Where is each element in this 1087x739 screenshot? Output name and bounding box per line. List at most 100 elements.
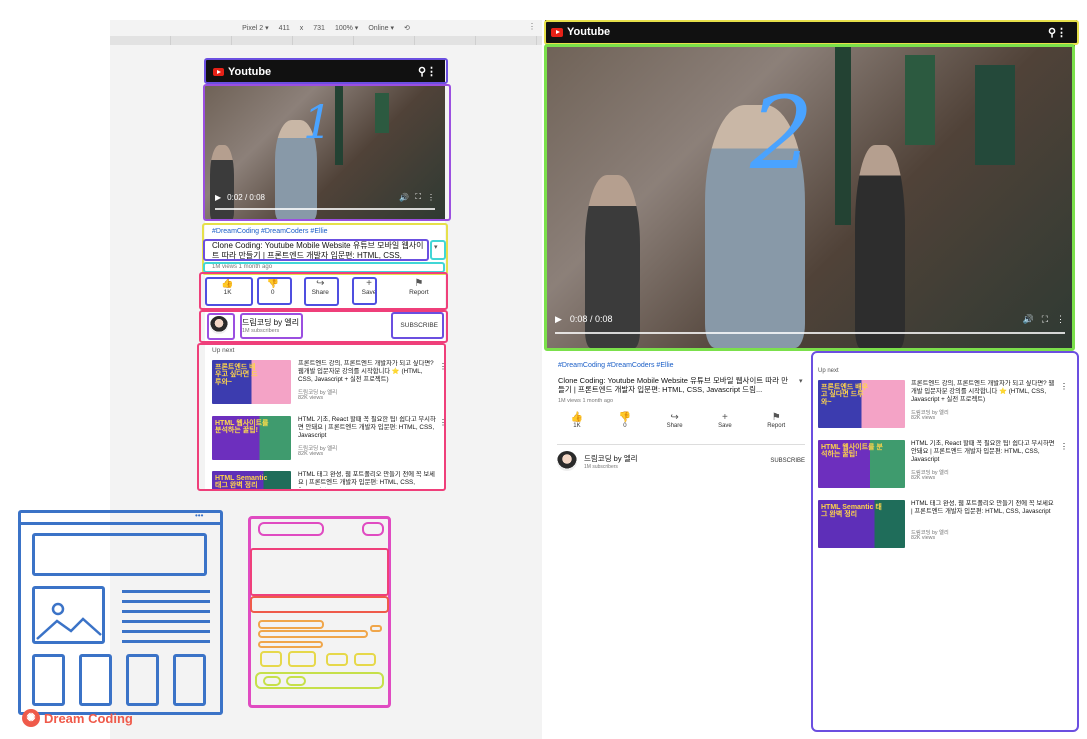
upnext-label: Up next [818, 368, 839, 374]
list-item[interactable]: HTML Semantic 태그 완벽 정리 HTML 태그 완성, 웹 포트폴… [818, 500, 1068, 552]
subscribe-button[interactable]: SUBSCRIBE [770, 458, 805, 464]
fullscreen-icon[interactable]: ⛶ [1042, 314, 1048, 325]
list-item-title: 프론트엔드 강의, 프론트엔드 개발자가 되고 싶다면? 웹개발 입문자분 강의… [911, 380, 1055, 403]
avatar[interactable] [557, 451, 577, 471]
thumbs-down-icon: 👎 [266, 278, 279, 289]
traffic-pole [335, 85, 343, 165]
list-item-views: 82K views [911, 415, 936, 421]
header: Youtube ⚲⋮ [205, 60, 445, 83]
hashtag-links[interactable]: #DreamCoding #DreamCoders #Ellie [558, 362, 674, 369]
volume-icon[interactable]: 🔊 [399, 193, 409, 202]
desktop-preview: Youtube ⚲⋮ 2 ▶ 0:08 / 0:08 🔊 ⛶ ⋮ #DreamC… [543, 20, 1080, 739]
search-icon[interactable]: ⚲⋮ [1048, 26, 1067, 39]
device-height[interactable]: 731 [313, 25, 325, 32]
share-icon: ↪ [316, 278, 325, 289]
youtube-logo-icon[interactable] [213, 67, 224, 76]
more-icon[interactable]: ⋮ [439, 418, 445, 427]
more-icon[interactable]: ⋮ [1060, 382, 1068, 391]
video-thumbnail[interactable]: HTML 웹사이트를 분석하는 꿀팁! [212, 416, 291, 460]
video-thumbnail[interactable]: 프론트엔드 배우고 싶다면 드루와~ [818, 380, 905, 428]
list-item[interactable]: 프론트엔드 배우고 싶다면 드루와~ 프론트엔드 강의, 프론트엔드 개발자가 … [212, 360, 445, 408]
list-item-views: 82K views [298, 395, 324, 401]
video-player[interactable]: 2 ▶ 0:08 / 0:08 🔊 ⛶ ⋮ [545, 45, 1075, 348]
add-icon: + [721, 412, 728, 423]
youtube-logo-icon[interactable] [551, 27, 563, 37]
device-select[interactable]: Pixel 2 ▾ [242, 24, 268, 32]
chevron-down-icon[interactable]: ▾ [799, 377, 803, 385]
progress-bar[interactable] [555, 332, 1065, 334]
list-item[interactable]: HTML 웹사이트를 분석하는 꿀팁! HTML 기초, React 할때 꼭 … [818, 440, 1068, 492]
wireframe-card [32, 654, 65, 706]
flag-icon: ⚑ [414, 278, 424, 289]
add-icon: + [366, 278, 372, 289]
video-thumbnail[interactable]: HTML Semantic 태그 완벽 정리 [212, 471, 291, 490]
network-select[interactable]: Online ▾ [368, 24, 394, 32]
video-thumbnail[interactable]: HTML Semantic 태그 완벽 정리 [818, 500, 905, 548]
volume-icon[interactable]: 🔊 [1022, 314, 1033, 325]
play-icon[interactable]: ▶ [215, 193, 221, 202]
fullscreen-icon[interactable]: ⛶ [415, 192, 421, 202]
save-button[interactable]: + Save [362, 278, 377, 306]
more-icon[interactable]: ⋮ [439, 362, 445, 371]
traffic-light [375, 93, 389, 133]
thumbs-down-icon: 👎 [618, 412, 632, 423]
share-button[interactable]: ↪ Share [667, 412, 683, 436]
divider [557, 444, 805, 445]
subscribe-button[interactable]: SUBSCRIBE [400, 322, 438, 329]
list-item[interactable]: HTML Semantic 태그 완벽 정리 HTML 태그 완성, 웹 포트폴… [212, 471, 444, 490]
device-toolbar: Pixel 2 ▾ 411 x 731 100% ▾ Online ▾ ⟲ [110, 20, 542, 36]
avatar[interactable] [210, 316, 228, 334]
wireframe-mountain-icon [36, 602, 102, 640]
save-button[interactable]: + Save [718, 412, 732, 436]
list-item-title: HTML 기초, React 할때 꼭 필요한 팁! 쉽다고 무시하면 안돼요 … [911, 440, 1055, 463]
wireframe-mobile [248, 516, 391, 708]
wireframe-dots-icon: ••• [195, 511, 204, 520]
like-button[interactable]: 👍 1K [221, 278, 233, 306]
chevron-down-icon[interactable]: ▾ [434, 243, 438, 251]
dislike-button[interactable]: 👎 0 [619, 412, 631, 436]
share-button[interactable]: ↪ Share [312, 278, 329, 306]
search-icon[interactable]: ⚲⋮ [418, 65, 437, 78]
list-item[interactable]: 프론트엔드 배우고 싶다면 드루와~ 프론트엔드 강의, 프론트엔드 개발자가 … [818, 380, 1068, 432]
share-icon: ↪ [670, 412, 679, 423]
zoom-select[interactable]: 100% ▾ [335, 24, 358, 32]
thumbs-up-icon: 👍 [570, 412, 584, 423]
device-width[interactable]: 411 [279, 25, 290, 32]
annotation-number: 2 [750, 75, 814, 192]
video-player[interactable]: 1 ▶ 0:02 / 0:08 🔊 ⛶ ⋮ [205, 85, 445, 220]
like-button[interactable]: 👍 1K [571, 412, 583, 436]
brand-name[interactable]: Youtube [228, 66, 271, 78]
stage: Pixel 2 ▾ 411 x 731 100% ▾ Online ▾ ⟲ ⋮ … [0, 0, 1087, 739]
video-meta: 1M views 1 month ago [212, 264, 273, 270]
channel-name[interactable]: 드림코딩 by 엘리 [584, 453, 638, 464]
video-thumbnail[interactable]: 프론트엔드 배우고 싶다면 드루와~ [212, 360, 291, 404]
channel-subs: 1M subscribers [584, 463, 618, 470]
channel-row: 드림코딩 by 엘리 1M subscribers SUBSCRIBE [210, 314, 442, 336]
dream-coding-name: Dream Coding [44, 710, 133, 726]
list-item-views: 82K views [911, 475, 936, 481]
header: Youtube ⚲⋮ [545, 20, 1077, 44]
more-vert-icon[interactable]: ⋮ [528, 22, 536, 31]
wireframe-line [122, 640, 210, 643]
more-icon[interactable]: ⋮ [1060, 442, 1068, 451]
mobile-preview: Youtube ⚲⋮ 1 ▶ 0:02 / 0:08 🔊 ⛶ ⋮ #DreamC… [205, 60, 445, 490]
play-icon[interactable]: ▶ [555, 314, 562, 325]
video-thumbnail[interactable]: HTML 웹사이트를 분석하는 꿀팁! [818, 440, 905, 488]
list-item-title: HTML 태그 완성, 웹 포트폴리오 만들기 전에 꼭 보세요 | 프론트엔드… [298, 471, 435, 488]
more-icon[interactable]: ⋮ [1056, 314, 1065, 325]
channel-name[interactable]: 드림코딩 by 엘리 [242, 317, 299, 328]
time-display: 0:08 / 0:08 [569, 314, 613, 324]
channel-row: 드림코딩 by 엘리 1M subscribers SUBSCRIBE [557, 450, 805, 472]
dream-coding-icon: ✺ [22, 709, 40, 727]
more-icon[interactable]: ⋮ [427, 193, 435, 202]
rotate-icon[interactable]: ⟲ [404, 24, 410, 32]
progress-bar[interactable] [215, 208, 435, 210]
report-button[interactable]: ⚑ Report [767, 412, 785, 436]
brand-name[interactable]: Youtube [567, 26, 610, 38]
list-item[interactable]: HTML 웹사이트를 분석하는 꿀팁! HTML 기초, React 할때 꼭 … [212, 416, 445, 464]
hashtag-links[interactable]: #DreamCoding #DreamCoders #Ellie [212, 228, 328, 235]
report-button[interactable]: ⚑ Report [409, 278, 429, 306]
list-item-views: 82K views [911, 535, 936, 541]
dislike-button[interactable]: 👎 0 [266, 278, 278, 306]
dimension-separator: x [299, 24, 304, 32]
